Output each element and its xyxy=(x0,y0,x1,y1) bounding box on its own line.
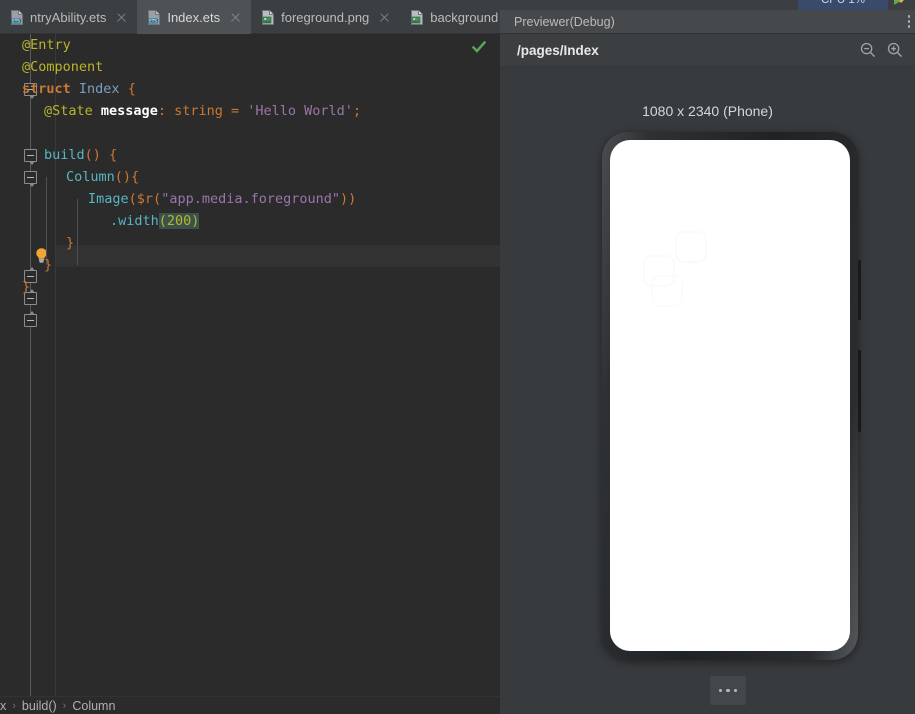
token-paren-open: ( xyxy=(128,191,137,207)
tab-label: Index.ets xyxy=(167,9,221,25)
token-type-string: string xyxy=(174,103,223,119)
zoom-controls xyxy=(859,41,904,59)
tab-background-png[interactable]: background xyxy=(400,0,507,34)
token-brace-open: { xyxy=(131,169,140,185)
token-decorator-entry: @Entry xyxy=(22,37,71,53)
toolbar-strip: CPU 1% xyxy=(500,0,915,10)
token-fn-build: build xyxy=(44,147,85,163)
previewer-pane: CPU 1% Previewer(Debug) /pages/Index 108… xyxy=(500,0,915,714)
previewer-canvas: 1080 x 2340 (Phone) xyxy=(500,67,915,714)
code-line-8: Image($r("app.media.foreground")) xyxy=(88,188,356,210)
phone-device-frame xyxy=(602,132,861,660)
code-line-3: struct Index { xyxy=(22,78,136,100)
token-decorator-component: @Component xyxy=(22,59,104,75)
previewer-title: Previewer(Debug) xyxy=(514,14,615,29)
close-icon[interactable] xyxy=(378,11,391,24)
token-equals: = xyxy=(222,103,248,119)
phone-power-button[interactable] xyxy=(858,350,861,432)
tab-label: ntryAbility.ets xyxy=(30,9,107,25)
code-editor[interactable]: @Entry @Component struct Index { @State … xyxy=(0,34,500,696)
editor-pane: ETS ntryAbility.ets ETS Index.ets foregr… xyxy=(0,0,521,714)
previewer-page-path: /pages/Index xyxy=(517,43,599,58)
token-brace-open: { xyxy=(127,81,136,97)
cpu-usage-badge[interactable]: CPU 1% xyxy=(798,0,888,10)
more-vertical-icon[interactable] xyxy=(907,15,910,28)
tab-label: foreground.png xyxy=(281,9,370,25)
token-arg-200: (200) xyxy=(158,213,200,229)
code-line-12: } xyxy=(22,276,30,298)
code-line-2: @Component xyxy=(22,56,103,78)
token-semicolon: ; xyxy=(352,103,362,119)
token-method-width: .width xyxy=(110,213,159,229)
code-line-1: @Entry xyxy=(22,34,71,56)
token-comp-column: Column xyxy=(66,169,115,185)
token-field-message: message xyxy=(100,103,158,119)
token-brace-close: } xyxy=(44,257,53,273)
token-paren-close: )) xyxy=(340,191,357,207)
code-line-7: Column(){ xyxy=(66,166,139,188)
previewer-toolbar: /pages/Index xyxy=(500,35,915,67)
token-brace-close: } xyxy=(66,235,75,251)
code-line-6: build() { xyxy=(44,144,117,166)
token-res-path: "app.media.foreground" xyxy=(161,191,340,207)
ets-file-icon: ETS xyxy=(148,9,161,25)
token-colon: : xyxy=(157,103,175,119)
tab-label: background xyxy=(430,9,499,25)
token-parens: () xyxy=(114,169,132,185)
token-type-index: Index xyxy=(78,81,120,97)
code-line-10: } xyxy=(66,232,74,254)
code-line-11: } xyxy=(44,254,52,276)
breadcrumb-item-file[interactable]: x xyxy=(0,699,6,713)
close-icon[interactable] xyxy=(115,11,128,24)
token-res-dollar-r: $r xyxy=(136,191,154,207)
tab-entryability-ets[interactable]: ETS ntryAbility.ets xyxy=(0,0,137,34)
tab-index-ets[interactable]: ETS Index.ets xyxy=(137,0,252,34)
token-keyword-struct: struct xyxy=(22,81,71,97)
breadcrumb-item-build[interactable]: build() xyxy=(22,699,57,713)
ide-window: ETS ntryAbility.ets ETS Index.ets foregr… xyxy=(0,0,915,714)
token-brace-open: { xyxy=(109,147,118,163)
token-string-hello: 'Hello World' xyxy=(247,103,353,119)
code-line-4: @State message: string = 'Hello World'; xyxy=(44,100,361,122)
code-line-9: .width(200) xyxy=(110,210,200,232)
tab-foreground-png[interactable]: foreground.png xyxy=(251,0,400,34)
editor-tab-bar: ETS ntryAbility.ets ETS Index.ets foregr… xyxy=(0,0,521,34)
zoom-out-icon[interactable] xyxy=(859,41,877,59)
breadcrumb-separator: › xyxy=(12,699,16,712)
svg-text:ETS: ETS xyxy=(149,18,157,23)
token-brace-close: } xyxy=(22,279,31,295)
token-parens: () xyxy=(84,147,101,163)
close-icon[interactable] xyxy=(229,11,242,24)
token-comp-image: Image xyxy=(88,191,129,207)
token-paren-open: ( xyxy=(153,191,162,207)
breadcrumb-item-column[interactable]: Column xyxy=(72,699,115,713)
phone-screen[interactable] xyxy=(610,140,850,651)
phone-volume-button[interactable] xyxy=(858,260,861,320)
zoom-in-icon[interactable] xyxy=(886,41,904,59)
breadcrumb-separator: › xyxy=(62,699,67,712)
run-debug-icon[interactable] xyxy=(892,0,906,7)
code-text[interactable]: @Entry @Component struct Index { @State … xyxy=(0,34,500,696)
breadcrumb[interactable]: x › build() › Column xyxy=(0,696,500,714)
svg-text:ETS: ETS xyxy=(12,18,20,23)
previewer-title-bar: Previewer(Debug) xyxy=(500,10,915,34)
device-resolution-label: 1080 x 2340 (Phone) xyxy=(642,103,773,119)
more-horizontal-icon[interactable] xyxy=(710,676,746,705)
ets-file-icon: ETS xyxy=(11,9,23,25)
image-placeholder-icon xyxy=(642,230,708,308)
token-decorator-state: @State xyxy=(44,103,93,119)
image-file-icon xyxy=(411,9,424,25)
image-file-icon xyxy=(262,9,275,25)
